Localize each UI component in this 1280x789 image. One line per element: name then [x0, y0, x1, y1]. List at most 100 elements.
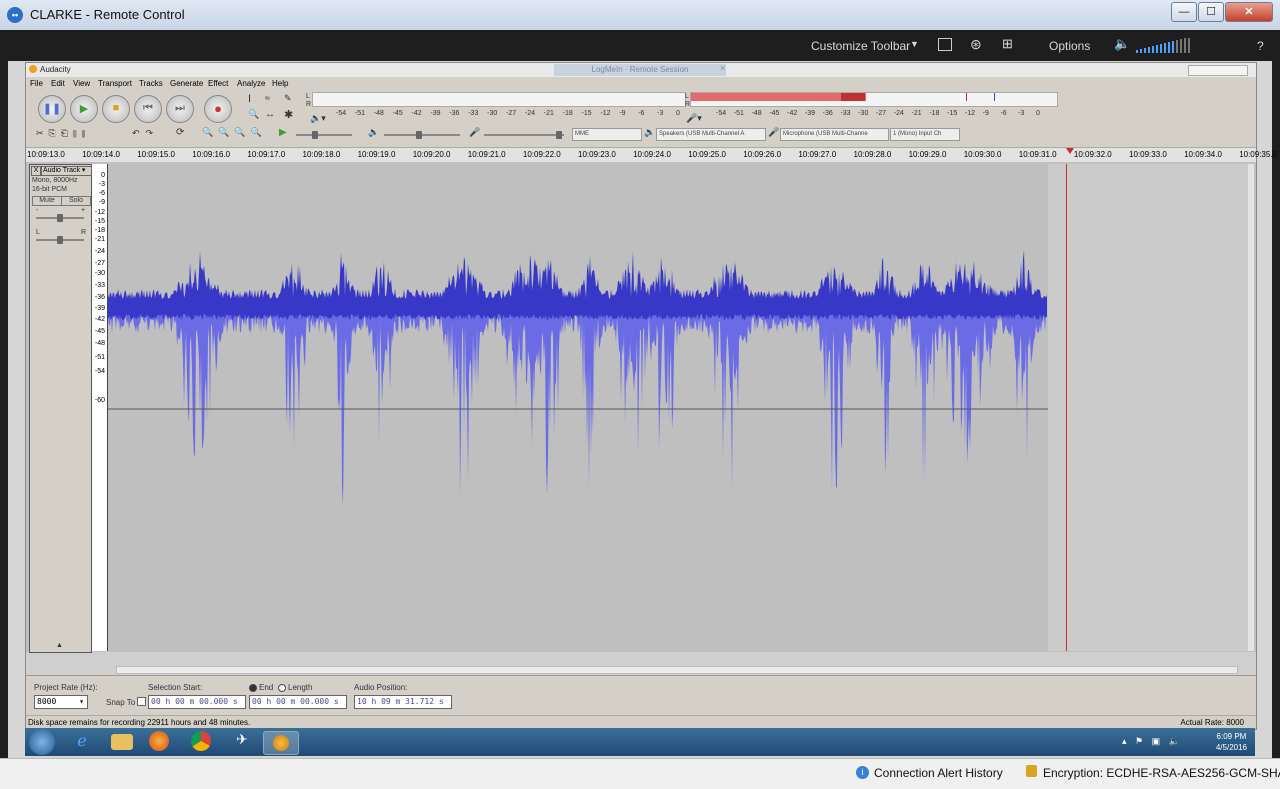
length-label: Length [288, 683, 313, 692]
taskbar-clock[interactable]: 6:09 PM 4/5/2016 [1216, 731, 1247, 753]
multi-monitor-icon[interactable]: ⊛ [970, 36, 982, 53]
collapse-track-icon[interactable]: ▲ [56, 642, 63, 649]
speaker-icon[interactable]: 🔈 [1114, 36, 1130, 52]
menu-help[interactable]: Help [272, 79, 288, 88]
db-tick-label: -42 [94, 316, 105, 323]
actual-rate-status: Actual Rate: 8000 [1180, 718, 1244, 727]
mute-button[interactable]: Mute [32, 196, 62, 206]
end-radio[interactable] [249, 684, 257, 692]
internet-explorer-icon[interactable]: ℯ [65, 731, 99, 753]
maximize-button[interactable]: ☐ [1198, 2, 1224, 22]
window-icon[interactable] [938, 38, 952, 51]
zoom-icons[interactable]: 🔍🔍🔍🔍 [202, 127, 267, 138]
input-volume-icon[interactable]: 🎤 [469, 127, 480, 138]
audacity-taskbar-button[interactable] [263, 731, 299, 755]
playback-meter[interactable] [312, 92, 686, 107]
project-rate-select[interactable]: 8000 ▾ [34, 695, 88, 709]
audio-host-select[interactable]: MME [572, 128, 642, 141]
meter-tick-label: -21 [543, 110, 554, 117]
help-button[interactable]: ? [1257, 39, 1264, 53]
meter-tick-label: -42 [787, 110, 798, 117]
close-button[interactable]: ✕ [1225, 2, 1273, 22]
length-radio[interactable] [278, 684, 286, 692]
tool-app-icon[interactable]: ✈ [225, 731, 259, 753]
track-name-menu[interactable]: Audio Track ▾ [41, 166, 92, 176]
vertical-scrollbar[interactable] [1248, 164, 1254, 651]
timeline-ruler[interactable]: 10:09:13.0 10:09:14.0 10:09:15.0 10:09:16.0… [26, 147, 1277, 163]
output-volume-icon[interactable]: 🔈 [368, 127, 379, 138]
input-volume-slider[interactable] [484, 131, 564, 139]
undo-redo-icons[interactable]: ↶↷ [132, 128, 159, 139]
menu-file[interactable]: File [30, 79, 43, 88]
selection-tool-icon[interactable]: I [248, 93, 251, 105]
selection-start-field[interactable]: 00 h 00 m 00.000 s [148, 695, 246, 709]
system-tray-icons[interactable]: ▴ ⚑ ▣ 🔈 [1122, 736, 1183, 747]
sync-lock-icon[interactable]: ⟳ [176, 127, 184, 138]
record-meter-max-marker [994, 93, 995, 101]
overlay-close-icon[interactable]: × [720, 63, 725, 73]
firefox-icon[interactable] [149, 731, 169, 751]
output-volume-slider[interactable] [384, 131, 460, 139]
draw-tool-icon[interactable]: ✎ [284, 93, 292, 104]
network-icon[interactable]: ⊞ [1002, 36, 1013, 52]
pan-slider[interactable] [36, 236, 84, 244]
start-button[interactable] [29, 729, 55, 755]
chevron-down-icon[interactable]: ▼ [910, 39, 919, 49]
record-button[interactable]: ● [204, 95, 232, 123]
track-spacer [26, 653, 1256, 674]
track-control-panel: X Audio Track ▾ Mono, 8000Hz 16-bit PCM … [29, 164, 92, 653]
record-meter[interactable] [690, 92, 1058, 107]
waveform-display[interactable] [108, 164, 1048, 651]
menu-effect[interactable]: Effect [208, 79, 228, 88]
snap-to-checkbox[interactable] [137, 697, 146, 706]
timeline-tick-label: 10:09:25.0 [688, 150, 726, 159]
connection-alert-history-link[interactable]: Connection Alert History [874, 766, 1003, 780]
playback-speaker-icon[interactable]: 🔈▾ [310, 113, 326, 124]
file-explorer-icon[interactable] [111, 734, 133, 750]
timeline-tick-label: 10:09:16.0 [192, 150, 231, 159]
timeshift-tool-icon[interactable]: ↔ [265, 109, 275, 120]
pause-button[interactable]: ❚❚ [38, 95, 66, 123]
skip-start-button[interactable]: ⏮ [134, 95, 162, 123]
meter-tick-label: -48 [751, 110, 762, 117]
volume-meter[interactable] [1136, 30, 1196, 61]
menu-view[interactable]: View [73, 79, 90, 88]
audacity-window-controls[interactable] [1188, 65, 1248, 76]
play-at-speed-icon[interactable]: ▶ [279, 127, 287, 138]
play-button[interactable]: ▶ [70, 95, 98, 123]
minimize-button[interactable]: — [1171, 2, 1197, 22]
edit-tools-icons[interactable]: ✂⎘⎗⫴⫴ [36, 128, 91, 139]
options-button[interactable]: Options [1049, 39, 1090, 53]
skip-end-button[interactable]: ⏭ [166, 95, 194, 123]
menu-generate[interactable]: Generate [170, 79, 203, 88]
menu-transport[interactable]: Transport [98, 79, 132, 88]
envelope-tool-icon[interactable]: ≈ [265, 93, 270, 103]
track-close-button[interactable]: X [31, 166, 41, 176]
solo-button[interactable]: Solo [61, 196, 91, 206]
audio-position-field[interactable]: 10 h 09 m 31.712 s [354, 695, 452, 709]
db-tick-label: -33 [94, 282, 105, 289]
zoom-tool-icon[interactable]: 🔍 [248, 109, 259, 120]
gain-slider[interactable] [36, 214, 84, 222]
clock-date: 4/5/2016 [1215, 743, 1247, 752]
timeline-tick-label: 10:09:14.0 [82, 150, 120, 159]
output-device-select[interactable]: Speakers (USB Multi-Channel A [656, 128, 766, 141]
menu-edit[interactable]: Edit [51, 79, 65, 88]
selection-end-field[interactable]: 00 h 00 m 00.000 s [249, 695, 347, 709]
track-empty-area[interactable] [1048, 164, 1248, 651]
track-name: Audio Track [43, 167, 80, 174]
chrome-icon[interactable] [191, 731, 211, 751]
snap-to-label: Snap To [106, 698, 136, 707]
db-tick-label: -60 [94, 397, 105, 404]
record-mic-icon[interactable]: 🎤▾ [686, 113, 702, 124]
input-device-select[interactable]: Microphone (USB Multi-Channe [780, 128, 889, 141]
horizontal-scrollbar[interactable] [116, 666, 1238, 674]
multi-tool-icon[interactable]: ✱ [284, 108, 293, 121]
menu-tracks[interactable]: Tracks [139, 79, 163, 88]
input-channels-select[interactable]: 1 (Mono) Input Ch [890, 128, 960, 141]
stop-button[interactable]: ■ [102, 95, 130, 123]
play-speed-slider[interactable] [296, 131, 352, 139]
customize-toolbar-button[interactable]: Customize Toolbar [811, 39, 910, 53]
menu-analyze[interactable]: Analyze [237, 79, 265, 88]
disk-space-status: Disk space remains for recording 22911 h… [28, 718, 251, 727]
